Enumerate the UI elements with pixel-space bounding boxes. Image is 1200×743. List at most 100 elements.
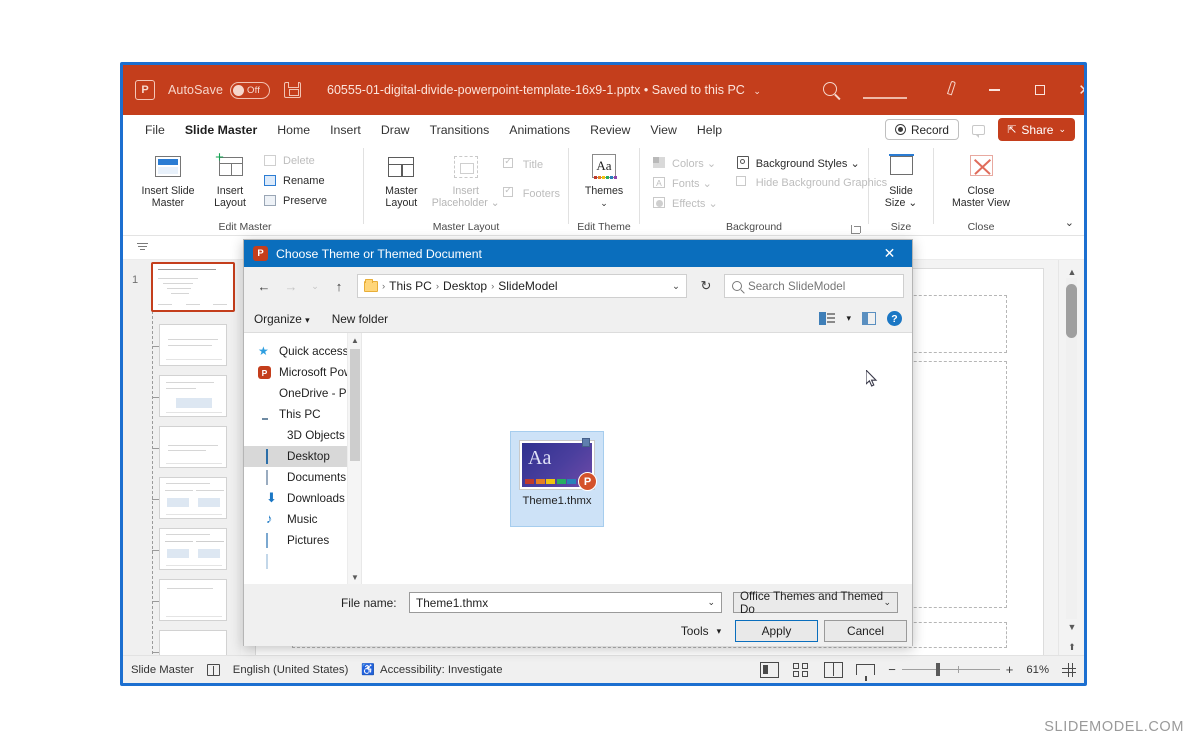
fonts-button[interactable]: A Fonts ⌄ bbox=[650, 175, 722, 191]
reading-view-icon[interactable] bbox=[824, 661, 844, 678]
sidebar-item-onedrive[interactable]: OneDrive - Person bbox=[244, 383, 361, 404]
sidebar-item-desktop[interactable]: Desktop bbox=[244, 446, 361, 467]
rename-button[interactable]: Rename bbox=[261, 173, 331, 189]
sidebar-item-music[interactable]: ♪ Music bbox=[244, 509, 361, 530]
scrollbar-thumb[interactable] bbox=[350, 349, 360, 461]
close-button[interactable]: ✕ bbox=[1062, 65, 1084, 115]
maximize-button[interactable] bbox=[1017, 65, 1062, 115]
tab-slide-master[interactable]: Slide Master bbox=[175, 120, 267, 146]
fit-to-window-icon[interactable] bbox=[1062, 662, 1076, 677]
chevron-down-icon[interactable]: ⌄ bbox=[707, 597, 715, 608]
background-dialog-launcher[interactable] bbox=[851, 225, 861, 234]
refresh-icon[interactable]: ↻ bbox=[694, 274, 718, 298]
list-item[interactable] bbox=[123, 524, 241, 575]
list-item[interactable] bbox=[123, 371, 241, 422]
tab-file[interactable]: File bbox=[135, 120, 175, 140]
autosave-toggle[interactable]: Off bbox=[230, 81, 271, 99]
zoom-slider[interactable]: − + bbox=[888, 662, 1013, 677]
close-master-view-button[interactable]: Close Master View bbox=[938, 150, 1024, 209]
footers-checkbox[interactable]: Footers bbox=[501, 185, 564, 202]
slide-master-thumbnail[interactable] bbox=[151, 262, 235, 312]
slide-layout-thumbnail[interactable] bbox=[159, 528, 227, 570]
breadcrumb[interactable]: › This PC › Desktop › SlideModel ⌄ bbox=[357, 274, 687, 298]
minimize-button[interactable] bbox=[972, 65, 1017, 115]
scrollbar-thumb[interactable] bbox=[1066, 284, 1077, 338]
file-name-input[interactable]: Theme1.thmx ⌄ bbox=[409, 592, 722, 613]
pen-icon[interactable] bbox=[943, 80, 959, 97]
master-layout-button[interactable]: Master Layout bbox=[372, 150, 431, 209]
sidebar-item-this-pc[interactable]: This PC bbox=[244, 404, 361, 425]
sidebar-item-documents[interactable]: Documents bbox=[244, 467, 361, 488]
tab-animations[interactable]: Animations bbox=[499, 120, 580, 140]
zoom-in-button[interactable]: + bbox=[1006, 662, 1014, 677]
share-button[interactable]: ⇱ Share ⌄ bbox=[998, 118, 1075, 141]
scroll-down-icon[interactable]: ▼ bbox=[1064, 619, 1080, 635]
ribbon-collapse-button[interactable]: ⌄ bbox=[1065, 216, 1074, 229]
list-item[interactable] bbox=[123, 320, 241, 371]
comments-button[interactable] bbox=[966, 119, 991, 140]
cancel-button[interactable]: Cancel bbox=[824, 620, 907, 642]
tab-help[interactable]: Help bbox=[687, 120, 732, 140]
tab-insert[interactable]: Insert bbox=[320, 120, 371, 140]
status-language[interactable]: English (United States) bbox=[233, 664, 349, 676]
breadcrumb-item-slidemodel[interactable]: SlideModel bbox=[498, 279, 557, 293]
slide-layout-thumbnail[interactable] bbox=[159, 579, 227, 621]
sidebar-item-partial[interactable] bbox=[244, 551, 361, 572]
slide-layout-thumbnail[interactable] bbox=[159, 324, 227, 366]
title-checkbox[interactable]: Title bbox=[501, 156, 564, 173]
tools-button[interactable]: Tools ▾ bbox=[672, 620, 730, 642]
sidebar-item-downloads[interactable]: ⬇ Downloads bbox=[244, 488, 361, 509]
forward-arrow-icon[interactable]: → bbox=[279, 274, 303, 298]
recent-locations-icon[interactable]: ⌄ bbox=[306, 274, 324, 298]
sidebar-item-quick-access[interactable]: ★ Quick access bbox=[244, 341, 361, 362]
file-type-select[interactable]: Office Themes and Themed Do ⌄ bbox=[733, 590, 898, 616]
list-item[interactable] bbox=[123, 575, 241, 626]
slide-sorter-icon[interactable] bbox=[792, 662, 811, 678]
organize-button[interactable]: Organize ▾ bbox=[254, 312, 310, 326]
chevron-down-icon[interactable]: ⌄ bbox=[753, 86, 761, 96]
sidebar-item-pictures[interactable]: Pictures bbox=[244, 530, 361, 551]
hide-background-graphics-checkbox[interactable]: Hide Background Graphics bbox=[734, 175, 891, 191]
tab-review[interactable]: Review bbox=[580, 120, 640, 140]
previous-slide-icon[interactable]: ⬆ bbox=[1064, 639, 1080, 655]
list-item[interactable]: Aa P Theme1.thmx bbox=[510, 431, 604, 527]
normal-view-icon[interactable] bbox=[760, 661, 780, 678]
help-icon[interactable]: ? bbox=[887, 311, 902, 326]
sidebar-item-microsoft-powerpoint[interactable]: P Microsoft PowerP bbox=[244, 362, 361, 383]
dialog-close-button[interactable]: ✕ bbox=[867, 240, 912, 267]
scroll-up-icon[interactable]: ▲ bbox=[350, 334, 360, 346]
slide-layout-thumbnail[interactable] bbox=[159, 477, 227, 519]
insert-slide-master-button[interactable]: Insert Slide Master bbox=[137, 150, 199, 209]
delete-button[interactable]: Delete bbox=[261, 153, 331, 169]
apply-button[interactable]: Apply bbox=[735, 620, 818, 642]
zoom-level-label[interactable]: 61% bbox=[1026, 664, 1049, 676]
colors-button[interactable]: Colors ⌄ bbox=[650, 155, 722, 171]
sidebar-scrollbar[interactable]: ▲ ▼ bbox=[347, 333, 361, 584]
chevron-down-icon[interactable]: ⌄ bbox=[672, 281, 680, 292]
search-input[interactable]: Search SlideModel bbox=[724, 274, 904, 298]
slide-thumbnail-pane[interactable]: 1 bbox=[123, 260, 241, 679]
zoom-handle[interactable] bbox=[935, 662, 940, 676]
zoom-track[interactable] bbox=[901, 662, 1000, 676]
dialog-sidebar[interactable]: ★ Quick access P Microsoft PowerP OneDri… bbox=[244, 333, 362, 584]
background-styles-button[interactable]: Background Styles ⌄ bbox=[734, 155, 891, 171]
new-folder-button[interactable]: New folder bbox=[332, 312, 388, 326]
save-icon[interactable] bbox=[284, 82, 302, 98]
list-item[interactable] bbox=[123, 473, 241, 524]
slide-layout-thumbnail[interactable] bbox=[159, 375, 227, 417]
file-list-area[interactable]: Aa P Theme1.thmx bbox=[362, 333, 912, 584]
list-item[interactable] bbox=[123, 422, 241, 473]
effects-button[interactable]: Effects ⌄ bbox=[650, 195, 722, 211]
spellcheck-button[interactable] bbox=[206, 663, 220, 676]
preview-pane-icon[interactable] bbox=[862, 312, 876, 325]
tab-transitions[interactable]: Transitions bbox=[420, 120, 500, 140]
tab-view[interactable]: View bbox=[640, 120, 686, 140]
outline-collapse-icon[interactable] bbox=[137, 243, 148, 253]
tab-draw[interactable]: Draw bbox=[371, 120, 420, 140]
slideshow-icon[interactable] bbox=[856, 664, 876, 681]
slide-layout-thumbnail[interactable] bbox=[159, 426, 227, 468]
zoom-out-button[interactable]: − bbox=[888, 662, 896, 677]
breadcrumb-item-this-pc[interactable]: This PC bbox=[389, 279, 432, 293]
slide-size-button[interactable]: Slide Size ⌄ bbox=[873, 150, 929, 209]
preserve-button[interactable]: Preserve bbox=[261, 193, 331, 209]
